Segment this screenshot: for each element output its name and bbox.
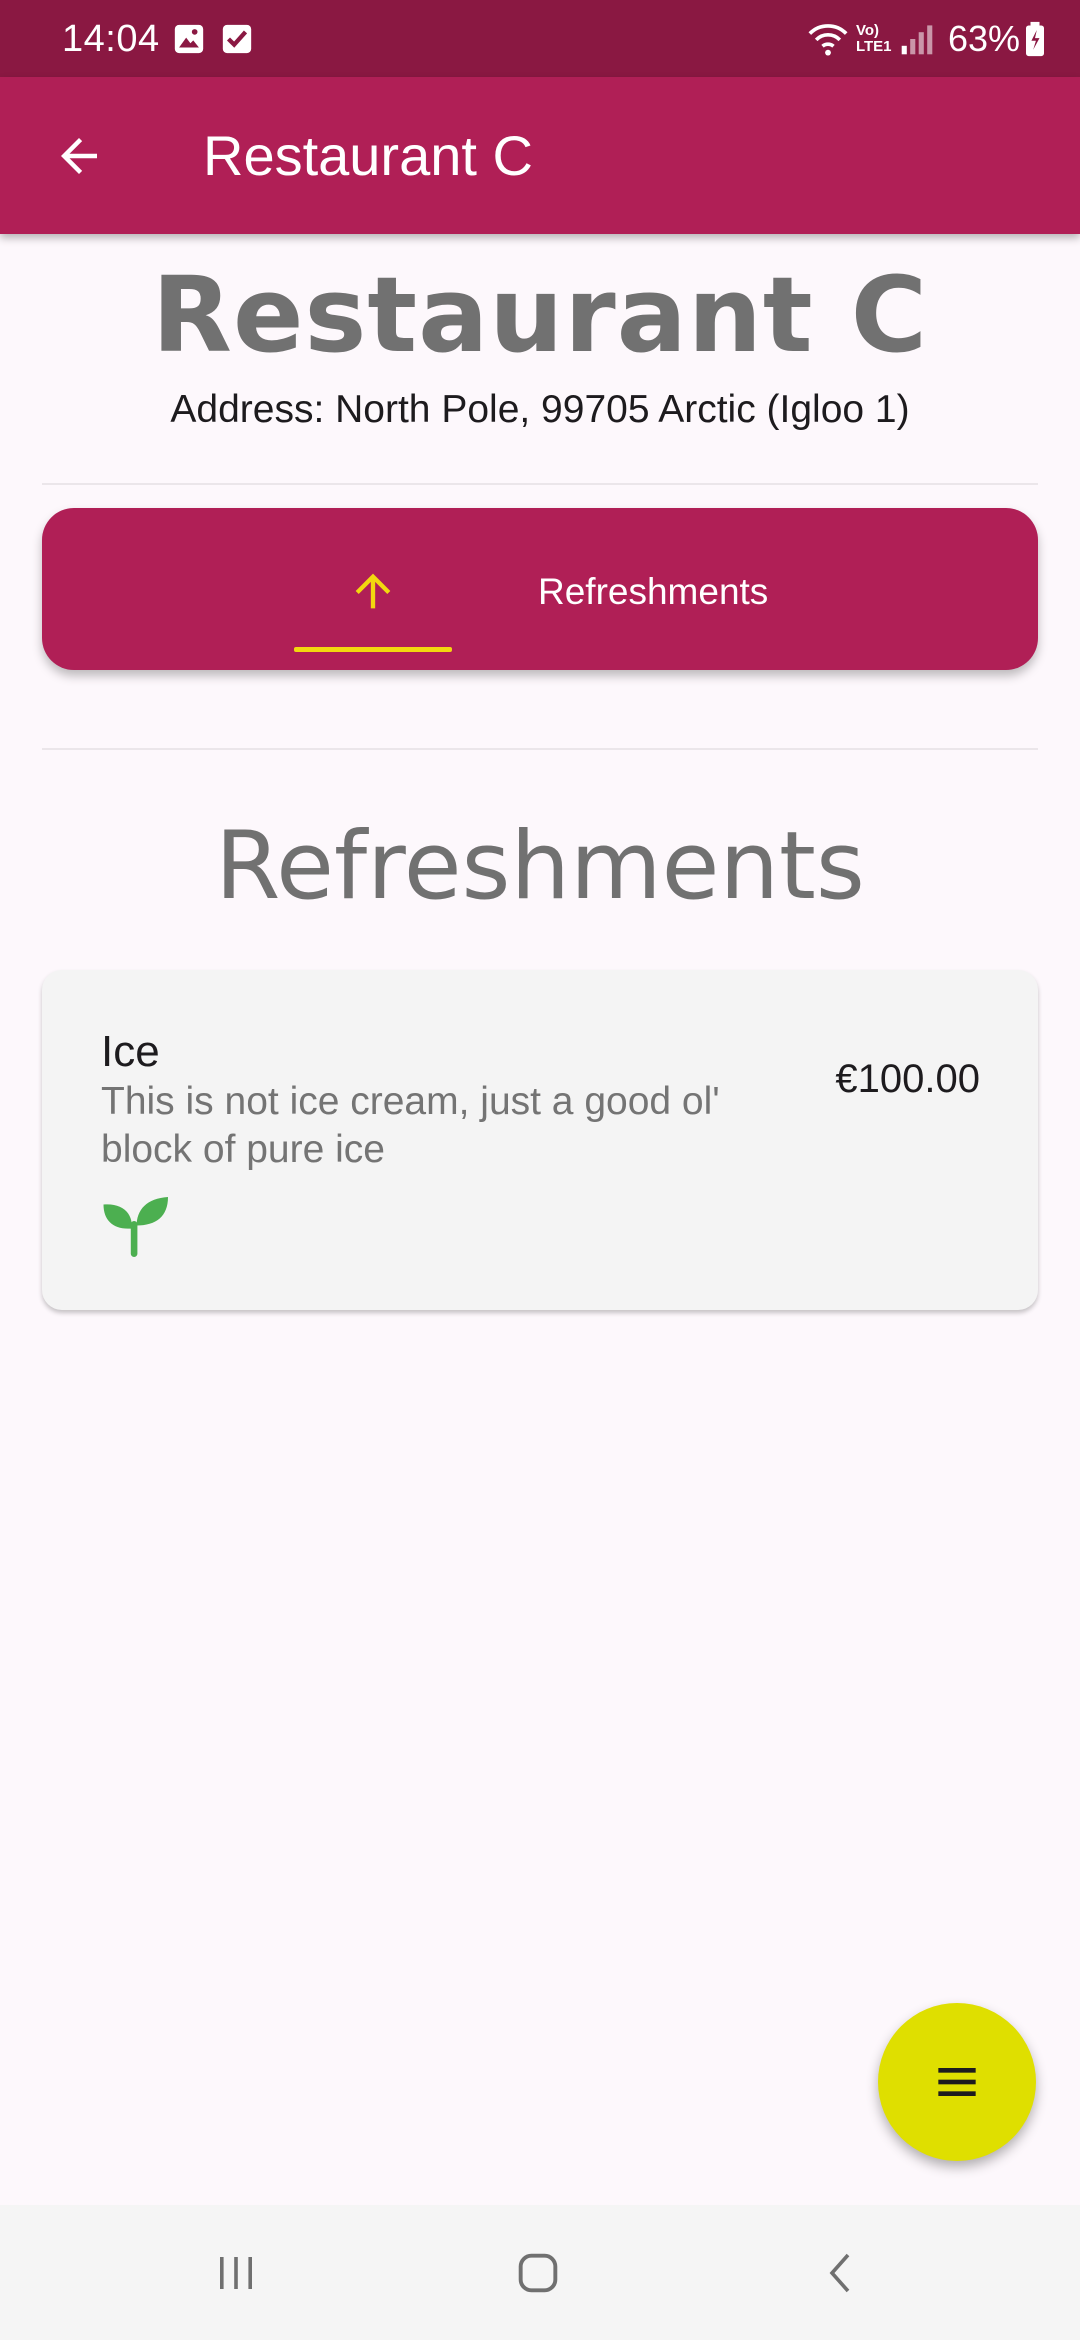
tab-refreshments[interactable]: Refreshments	[294, 508, 780, 670]
status-time: 14:04	[62, 18, 160, 60]
status-bar: 14:04 Vo) LTE1 63%	[0, 0, 1080, 77]
recents-icon	[220, 2257, 252, 2289]
menu-item-price: €100.00	[835, 1057, 980, 1101]
back-icon	[829, 2253, 850, 2293]
restaurant-address: Address: North Pole, 99705 Arctic (Igloo…	[170, 388, 910, 431]
network-type-label: Vo) LTE1	[855, 22, 892, 55]
tab-selected-indicator	[294, 647, 452, 652]
recents-button[interactable]	[186, 2233, 286, 2313]
battery-percent: 63%	[947, 18, 1020, 59]
arrow-up-icon	[294, 560, 452, 622]
app-bar-title: Restaurant C	[203, 124, 533, 187]
app-bar: Restaurant C	[0, 77, 1080, 234]
status-indicators: Vo) LTE1 63%	[806, 16, 1046, 62]
header-divider	[42, 483, 1038, 485]
back-button[interactable]	[38, 115, 120, 197]
section-title: Refreshments	[215, 812, 865, 921]
menu-item-name: Ice	[101, 1027, 160, 1076]
battery-charging-icon	[1026, 21, 1044, 57]
menu-icon	[938, 2068, 976, 2096]
tab-label: Refreshments	[538, 571, 769, 612]
home-icon	[518, 2253, 558, 2293]
arrow-back-icon	[61, 138, 97, 174]
signal-icon	[901, 25, 933, 55]
menu-item-card[interactable]: Ice This is not ice cream, just a good o…	[42, 970, 1038, 1310]
category-tab-bar: Refreshments	[42, 508, 1038, 670]
system-nav-bar	[0, 2205, 1080, 2340]
menu-fab-button[interactable]	[878, 2003, 1036, 2161]
gallery-notification-icon	[174, 24, 204, 54]
home-button[interactable]	[488, 2233, 588, 2313]
checkbox-notification-icon	[222, 24, 252, 54]
restaurant-name: Restaurant C	[151, 254, 929, 376]
menu-item-description: This is not ice cream, just a good ol' b…	[101, 1080, 720, 1171]
tabs-divider	[42, 748, 1038, 750]
wifi-icon	[808, 24, 848, 56]
system-back-button[interactable]	[792, 2233, 892, 2313]
sprout-icon	[103, 1197, 168, 1257]
